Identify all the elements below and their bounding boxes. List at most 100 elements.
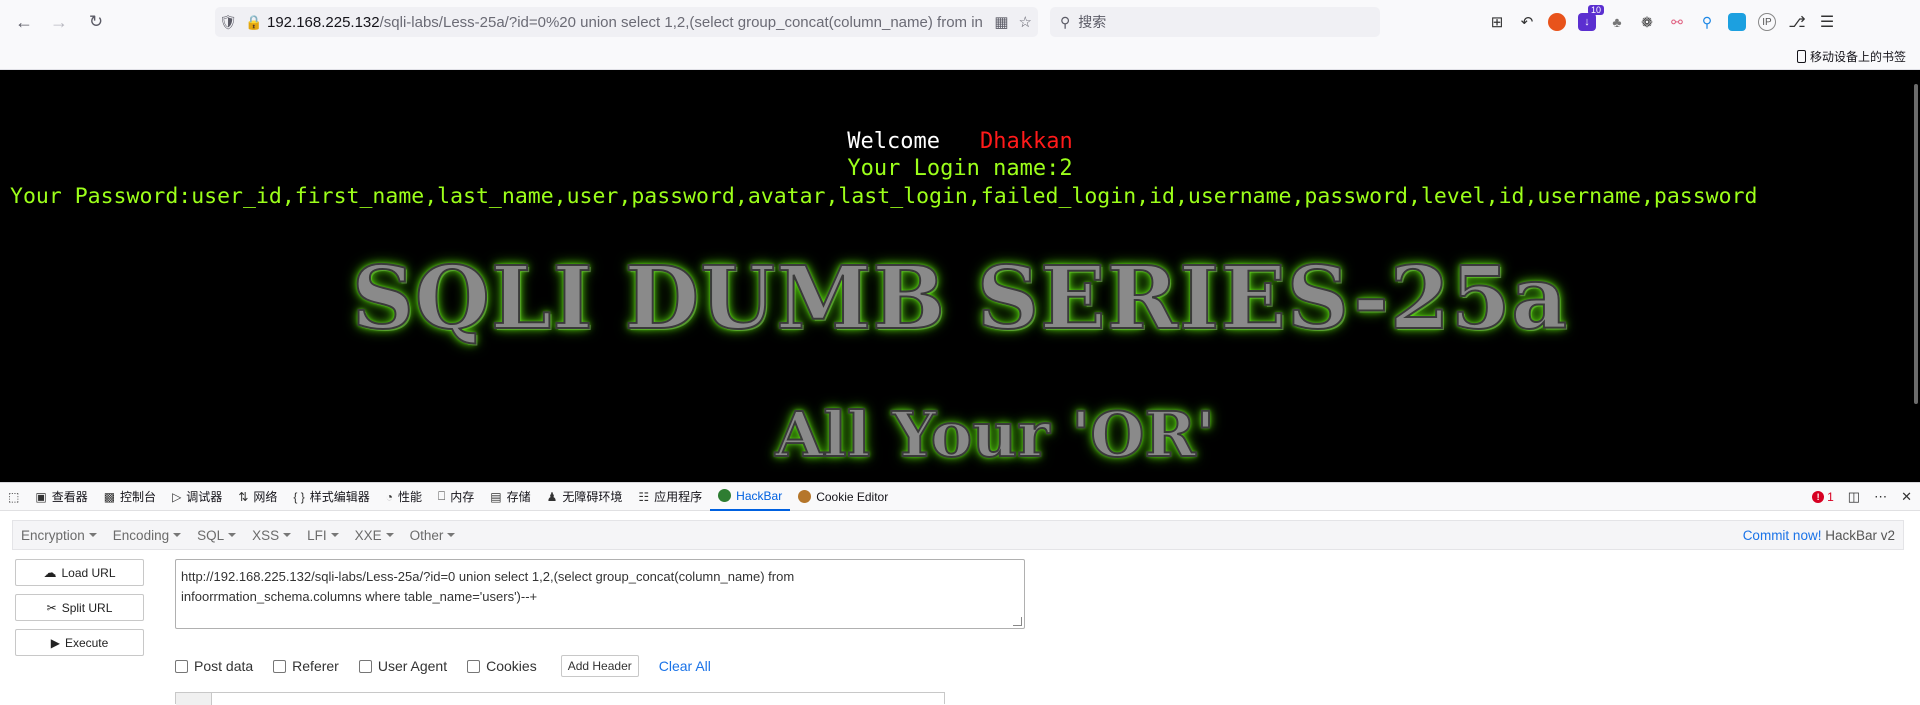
cookies-checkbox[interactable] <box>467 659 481 673</box>
error-counter[interactable]: ! 1 <box>1812 490 1834 504</box>
insecure-lock-icon[interactable]: 🔒 <box>241 14 267 31</box>
cookie-extension-icon[interactable]: ❁ <box>1638 13 1656 31</box>
qr-code-icon[interactable]: ▦ <box>994 13 1008 31</box>
referer-option[interactable]: Referer <box>273 658 339 674</box>
location-pin-icon[interactable]: ⚲ <box>1698 13 1716 31</box>
hackbar-url-textarea[interactable]: http://192.168.225.132/sqli-labs/Less-25… <box>175 559 1025 629</box>
menu-sql-label: SQL <box>197 527 225 543</box>
network-icon: ⇅ <box>238 489 249 504</box>
menu-sql[interactable]: SQL <box>189 528 244 543</box>
pick-element-icon: ⬚ <box>8 489 20 504</box>
tab-network[interactable]: ⇅ 网络 <box>230 483 285 511</box>
tab-inspector[interactable]: ▣ 查看器 <box>27 483 95 511</box>
execute-button[interactable]: ▶ Execute <box>15 629 144 656</box>
pick-element-button[interactable]: ⬚ <box>0 483 27 511</box>
hackbar-options: Post data Referer User Agent Cookies Add… <box>175 655 711 677</box>
devtools-tabs: ⬚ ▣ 查看器 ▩ 控制台 ▷ 调试器 ⇅ 网络 { } 样式编辑器 ◔ 性能 ⎕ 内存 ▤ 存… <box>0 483 1920 511</box>
load-url-label: Load URL <box>61 565 116 580</box>
execute-label: Execute <box>64 635 109 650</box>
dhakkan-text: Dhakkan <box>980 129 1073 154</box>
chain-link-icon[interactable]: ⚯ <box>1668 13 1686 31</box>
debugger-icon: ▷ <box>172 489 182 504</box>
reload-icon[interactable]: ↻ <box>82 8 110 36</box>
browser-toolbar: ← → ↻ 🛡 🔒 192.168.225.132/sqli-labs/Less… <box>0 0 1920 44</box>
tab-accessibility[interactable]: ♟ 无障碍环境 <box>539 483 631 511</box>
tab-debugger[interactable]: ▷ 调试器 <box>164 483 230 511</box>
split-url-button[interactable]: ✂ Split URL <box>15 594 144 621</box>
extension-icons: ⊞ ↶ ↓ 10 ♣ ❁ ⚯ ⚲ IP ⎇ ☰ <box>1488 5 1836 36</box>
address-bar[interactable]: 🛡 🔒 192.168.225.132/sqli-labs/Less-25a/?… <box>215 7 1038 37</box>
menu-lfi[interactable]: LFI <box>299 528 347 543</box>
bookmark-star-icon[interactable]: ☆ <box>1019 13 1032 31</box>
menu-xxe[interactable]: XXE <box>347 528 402 543</box>
fox-extension-icon[interactable] <box>1548 13 1566 31</box>
tab-cookie-editor-label: Cookie Editor <box>816 489 889 504</box>
phone-icon <box>1796 50 1806 63</box>
caret-down-icon <box>447 533 456 537</box>
tab-performance[interactable]: ◔ 性能 <box>378 483 430 511</box>
dock-side-icon[interactable]: ◫ <box>1848 489 1860 505</box>
referer-label: Referer <box>292 658 339 674</box>
shield-icon[interactable]: 🛡 <box>215 14 241 31</box>
tab-memory[interactable]: ⎕ 内存 <box>430 483 482 511</box>
tab-application[interactable]: ☷ 应用程序 <box>630 483 710 511</box>
commit-now-link[interactable]: Commit now! <box>1743 528 1822 543</box>
download-extension-icon[interactable]: ↓ 10 <box>1578 5 1604 31</box>
referer-checkbox[interactable] <box>273 659 287 673</box>
menu-encoding-label: Encoding <box>112 527 170 543</box>
tab-style-editor-label: 样式编辑器 <box>309 490 370 504</box>
load-url-button[interactable]: ☁ Load URL <box>15 559 144 586</box>
cookies-option[interactable]: Cookies <box>467 658 537 674</box>
url-path: /sqli-labs/Less-25a/?id=0%20 union selec… <box>379 13 983 31</box>
menu-xss[interactable]: XSS <box>244 528 299 543</box>
crop-icon[interactable]: ⊞ <box>1488 13 1506 31</box>
cookies-label: Cookies <box>486 658 537 674</box>
back-arrow-icon[interactable]: ← <box>10 8 38 36</box>
tab-application-label: 应用程序 <box>654 490 703 504</box>
blue-cube-icon[interactable] <box>1728 13 1746 31</box>
more-options-icon[interactable]: ⋯ <box>1874 489 1887 505</box>
menu-xss-label: XSS <box>252 527 280 543</box>
split-url-label: Split URL <box>61 600 113 615</box>
menu-encryption-label: Encryption <box>21 527 85 543</box>
user-agent-checkbox[interactable] <box>358 659 372 673</box>
extensions-puzzle-icon[interactable]: ⎇ <box>1788 13 1806 31</box>
post-data-option[interactable]: Post data <box>175 658 253 674</box>
tab-storage[interactable]: ▤ 存储 <box>482 483 538 511</box>
hackbar-menu: Encryption Encoding SQL XSS LFI XXE Othe… <box>12 520 1904 550</box>
ip-extension-icon[interactable]: IP <box>1758 13 1776 31</box>
search-bar[interactable]: ⚲ 搜索 <box>1050 7 1380 37</box>
clear-all-link[interactable]: Clear All <box>659 658 711 674</box>
menu-other[interactable]: Other <box>402 528 464 543</box>
tab-console[interactable]: ▩ 控制台 <box>96 483 164 511</box>
undo-icon[interactable]: ↶ <box>1518 13 1536 31</box>
menu-encryption[interactable]: Encryption <box>13 528 105 543</box>
accessibility-icon: ♟ <box>546 489 558 504</box>
post-data-checkbox[interactable] <box>175 659 188 673</box>
tab-console-label: 控制台 <box>120 490 157 504</box>
bookmarks-toolbar: 移动设备上的书签 <box>0 44 1920 70</box>
close-devtools-icon[interactable]: ✕ <box>1901 489 1912 505</box>
tab-network-label: 网络 <box>253 490 278 504</box>
caret-down-icon <box>283 533 292 537</box>
puzzle-extension-icon[interactable]: ♣ <box>1608 13 1626 31</box>
menu-lfi-label: LFI <box>307 527 327 543</box>
add-header-button[interactable]: Add Header <box>560 655 639 677</box>
mobile-bookmarks[interactable]: 移动设备上的书签 <box>1796 48 1906 65</box>
resize-handle[interactable] <box>1013 617 1022 626</box>
url-line-2: infoorrmation_schema.columns where table… <box>181 589 538 604</box>
search-icon: ⚲ <box>1060 13 1071 30</box>
tab-style-editor[interactable]: { } 样式编辑器 <box>285 483 377 511</box>
caret-down-icon <box>173 533 182 537</box>
tab-hackbar[interactable]: HackBar <box>710 483 791 511</box>
menu-xxe-label: XXE <box>354 527 382 543</box>
menu-hamburger-icon[interactable]: ☰ <box>1818 13 1836 31</box>
user-agent-option[interactable]: User Agent <box>358 658 447 674</box>
menu-encoding[interactable]: Encoding <box>105 528 189 543</box>
tab-cookie-editor[interactable]: Cookie Editor <box>790 483 896 511</box>
forward-arrow-icon[interactable]: → <box>45 8 73 36</box>
style-editor-icon: { } <box>293 489 305 504</box>
error-count: 1 <box>1827 490 1834 504</box>
url-host: 192.168.225.132 <box>267 13 380 31</box>
vertical-scrollbar[interactable] <box>1914 84 1918 404</box>
